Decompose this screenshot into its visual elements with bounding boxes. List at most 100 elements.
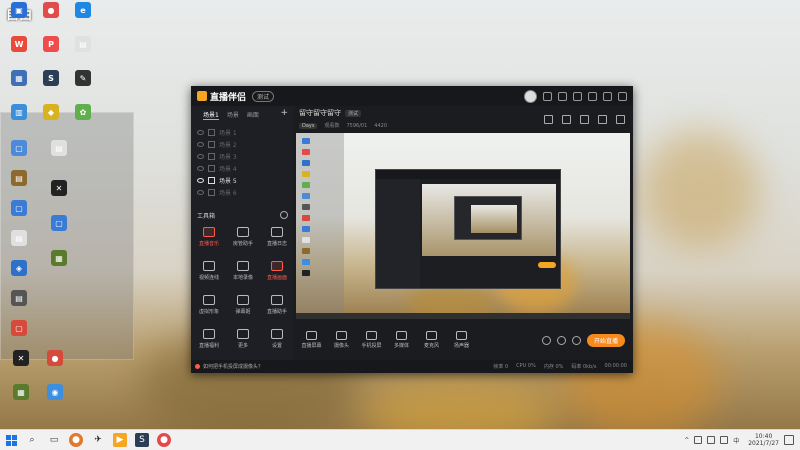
source-button[interactable]: 麦克风 bbox=[417, 331, 446, 349]
eye-icon[interactable] bbox=[197, 189, 204, 195]
minimize-icon[interactable] bbox=[588, 91, 597, 101]
network-icon[interactable] bbox=[707, 436, 716, 444]
source-button[interactable]: 扬声器 bbox=[447, 331, 476, 349]
desktop-shortcut[interactable]: ● bbox=[36, 350, 74, 388]
bell-icon[interactable] bbox=[598, 115, 607, 124]
notification-icon[interactable] bbox=[784, 435, 794, 445]
record-icon[interactable] bbox=[580, 115, 589, 124]
share-icon[interactable] bbox=[616, 115, 625, 124]
desktop-shortcut[interactable]: ▢ bbox=[40, 215, 78, 253]
desktop-shortcut[interactable]: e bbox=[64, 2, 102, 40]
skin-icon[interactable] bbox=[543, 91, 552, 101]
settings-icon[interactable] bbox=[571, 335, 581, 345]
toolbox-item[interactable]: 本地录像 bbox=[226, 256, 260, 286]
clock-time: 10:40 bbox=[754, 433, 773, 440]
maximize-icon[interactable] bbox=[603, 91, 612, 101]
toolbox-item[interactable]: 设置 bbox=[260, 324, 294, 354]
live-companion-window[interactable]: 直播伴侣 测试 场景1 场景 画面 + 场景 1 场景 2 场景 3 场景 4 场景 5… bbox=[191, 86, 633, 373]
game-badge[interactable]: Days bbox=[299, 122, 318, 129]
preview-toolbar bbox=[544, 115, 625, 124]
live-companion-taskbar-icon[interactable]: ▶ bbox=[113, 433, 127, 447]
source-button[interactable]: 直播屏幕 bbox=[297, 331, 326, 349]
toolbox-item[interactable]: 房管助手 bbox=[226, 222, 260, 252]
desktop-shortcut[interactable]: ▤ bbox=[40, 140, 78, 178]
tab-scenes-3[interactable]: 画面 bbox=[247, 110, 259, 120]
scene-item[interactable]: 场景 3 bbox=[191, 150, 294, 162]
desktop-shortcut[interactable]: ✕ bbox=[40, 180, 78, 218]
plane-icon[interactable]: ✈ bbox=[91, 433, 105, 447]
desktop-shortcut[interactable]: ✿ bbox=[64, 104, 102, 142]
scene-item[interactable]: 场景 4 bbox=[191, 162, 294, 174]
eye-icon[interactable] bbox=[197, 141, 204, 147]
task-view-icon[interactable]: ▭ bbox=[47, 433, 61, 447]
hint-text[interactable]: 如何把手机投屏成摄像头？ bbox=[203, 363, 263, 370]
toolbox-item[interactable]: 更多 bbox=[226, 324, 260, 354]
preview-desktop-icons bbox=[296, 133, 344, 319]
tab-scenes-2[interactable]: 场景 bbox=[227, 110, 239, 120]
eye-icon[interactable] bbox=[197, 153, 204, 159]
eye-icon[interactable] bbox=[197, 165, 204, 171]
toolbox-item[interactable]: 直播福利 bbox=[192, 324, 226, 354]
tool-icon bbox=[237, 295, 249, 305]
desktop-shortcut[interactable]: ▦ bbox=[40, 250, 78, 288]
tab-scenes-1[interactable]: 场景1 bbox=[203, 110, 219, 120]
toolbox-item[interactable]: 虚拟形象 bbox=[192, 290, 226, 320]
eye-icon[interactable] bbox=[556, 335, 566, 345]
tool-label: 本地录像 bbox=[232, 275, 253, 281]
camera-record-icon[interactable] bbox=[541, 335, 551, 345]
start-live-button[interactable]: 开始直播 bbox=[586, 333, 625, 347]
start-button[interactable] bbox=[6, 434, 17, 446]
preview-taskbar bbox=[296, 313, 630, 319]
desktop-shortcut[interactable]: ▦ bbox=[2, 384, 40, 422]
stream-meta: Days 观看数 7596/01 4420 bbox=[299, 122, 387, 129]
tool-icon bbox=[203, 261, 215, 271]
tool-label: 虚拟形象 bbox=[198, 309, 219, 315]
desktop-shortcut[interactable]: ✎ bbox=[64, 70, 102, 108]
scene-item[interactable]: 场景 1 bbox=[191, 126, 294, 138]
source-button[interactable]: 手机投屏 bbox=[357, 331, 386, 349]
scene-label: 场景 5 bbox=[219, 177, 237, 185]
desktop-shortcut[interactable]: ✕ bbox=[2, 350, 40, 388]
avatar[interactable] bbox=[524, 89, 537, 103]
search-icon[interactable]: ⌕ bbox=[25, 433, 39, 447]
source-button[interactable]: 多媒体 bbox=[387, 331, 416, 349]
toolbox-item[interactable]: 弹幕姬 bbox=[226, 290, 260, 320]
steam-icon[interactable]: S bbox=[135, 433, 149, 447]
app-icon[interactable]: ● bbox=[157, 433, 171, 447]
clock[interactable]: 10:40 2021/7/27 bbox=[748, 433, 779, 447]
add-scene-icon[interactable]: + bbox=[280, 109, 288, 120]
scene-item[interactable]: 场景 2 bbox=[191, 138, 294, 150]
desktop-shortcut-icon: ✕ bbox=[51, 180, 67, 196]
ime-indicator[interactable]: 中 bbox=[733, 436, 739, 445]
tray-chevron-icon[interactable]: ^ bbox=[684, 437, 689, 444]
toolbox-item[interactable]: 直播日志 bbox=[260, 222, 294, 252]
lock-icon[interactable] bbox=[562, 115, 571, 124]
live-preview[interactable] bbox=[296, 133, 630, 319]
toolbox-item[interactable]: 视频连线 bbox=[192, 256, 226, 286]
menu-icon[interactable] bbox=[573, 91, 582, 101]
beta-badge[interactable]: 测试 bbox=[252, 90, 275, 102]
system-tray: ^ 中 10:40 2021/7/27 bbox=[684, 433, 794, 447]
toolbox-item[interactable]: 直播助手 bbox=[260, 290, 294, 320]
stream-title[interactable]: 留守留守留守 bbox=[299, 108, 341, 118]
desktop-shortcut[interactable]: ▤ bbox=[64, 36, 102, 74]
status-stat: CPU 0% bbox=[516, 363, 536, 369]
eye-icon[interactable] bbox=[197, 129, 204, 135]
scene-item[interactable]: 场景 5 bbox=[191, 174, 294, 186]
shield-icon[interactable] bbox=[694, 436, 703, 444]
toolbox-settings-icon[interactable] bbox=[280, 211, 288, 219]
close-icon[interactable] bbox=[618, 91, 627, 101]
message-icon[interactable] bbox=[558, 91, 567, 101]
eye-icon[interactable] bbox=[197, 177, 204, 183]
stream-tag[interactable]: 测试 bbox=[345, 109, 362, 117]
volume-icon[interactable] bbox=[720, 436, 729, 444]
desktop-shortcut[interactable]: ◉ bbox=[36, 384, 74, 422]
status-hint[interactable]: 如何把手机投屏成摄像头？ bbox=[195, 363, 263, 370]
browser-icon[interactable]: ● bbox=[69, 433, 83, 447]
toolbox-item[interactable]: 直播画面 bbox=[260, 256, 294, 286]
source-button[interactable]: 摄像头 bbox=[327, 331, 356, 349]
scene-item[interactable]: 场景 6 bbox=[191, 186, 294, 198]
layout-icon[interactable] bbox=[544, 115, 553, 124]
title-bar[interactable]: 直播伴侣 测试 bbox=[191, 86, 633, 106]
toolbox-item[interactable]: 直播音乐 bbox=[192, 222, 226, 252]
